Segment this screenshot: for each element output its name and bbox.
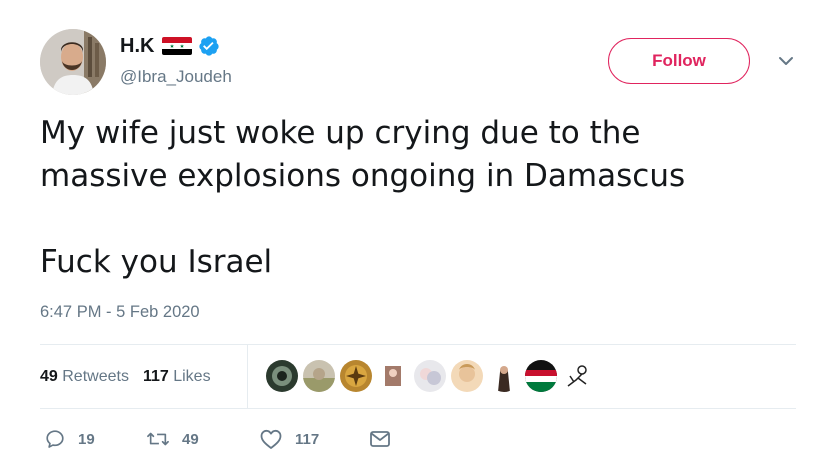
like-button[interactable]: 117 xyxy=(259,422,319,456)
envelope-icon xyxy=(370,431,390,447)
reply-icon xyxy=(46,430,64,448)
tweet-stats: 49 Retweets 117 Likes xyxy=(40,345,796,408)
verified-badge-icon xyxy=(198,35,220,57)
tweet-header: H.K @Ibra_Joudeh Follow xyxy=(40,29,800,95)
liker-avatar[interactable] xyxy=(451,360,483,392)
name-row: H.K xyxy=(120,33,220,59)
heart-icon xyxy=(260,429,282,449)
liker-avatar[interactable] xyxy=(562,360,594,392)
tweet-timestamp[interactable]: 6:47 PM - 5 Feb 2020 xyxy=(40,303,200,322)
divider xyxy=(40,408,796,409)
tweet-actions: 19 49 117 xyxy=(40,422,440,456)
liker-avatar[interactable] xyxy=(377,360,409,392)
tweet-text: My wife just woke up crying due to the m… xyxy=(40,112,800,284)
liker-avatar[interactable] xyxy=(488,360,520,392)
reply-button[interactable]: 19 xyxy=(44,422,95,456)
likes-stat[interactable]: 117 Likes xyxy=(143,368,211,386)
like-count: 117 xyxy=(295,430,320,448)
retweets-count: 49 xyxy=(40,367,58,385)
follow-button[interactable]: Follow xyxy=(608,38,750,84)
likes-count: 117 xyxy=(142,367,169,385)
likes-label: Likes xyxy=(173,367,211,385)
retweet-count: 49 xyxy=(182,430,199,448)
tweet-line: massive explosions ongoing in Damascus xyxy=(40,158,686,194)
retweets-stat[interactable]: 49 Retweets xyxy=(40,368,129,386)
liker-avatar[interactable] xyxy=(303,360,335,392)
stats-separator xyxy=(247,345,248,408)
avatar[interactable] xyxy=(40,29,106,95)
retweet-button[interactable]: 49 xyxy=(146,422,199,456)
reply-count: 19 xyxy=(78,430,95,448)
syria-flag-icon xyxy=(162,37,193,55)
liker-avatars xyxy=(266,359,599,393)
user-handle[interactable]: @Ibra_Joudeh xyxy=(120,67,232,87)
liker-avatar[interactable] xyxy=(414,360,446,392)
chevron-down-icon[interactable] xyxy=(776,51,796,71)
tweet-line: Fuck you Israel xyxy=(40,244,273,280)
liker-avatar[interactable] xyxy=(266,360,298,392)
liker-avatar[interactable] xyxy=(340,360,372,392)
display-name[interactable]: H.K xyxy=(120,35,154,58)
retweets-label: Retweets xyxy=(62,367,129,385)
direct-message-button[interactable] xyxy=(369,422,391,456)
retweet-icon xyxy=(147,432,169,446)
liker-avatar[interactable] xyxy=(525,360,557,392)
tweet-line: My wife just woke up crying due to the xyxy=(40,115,641,151)
